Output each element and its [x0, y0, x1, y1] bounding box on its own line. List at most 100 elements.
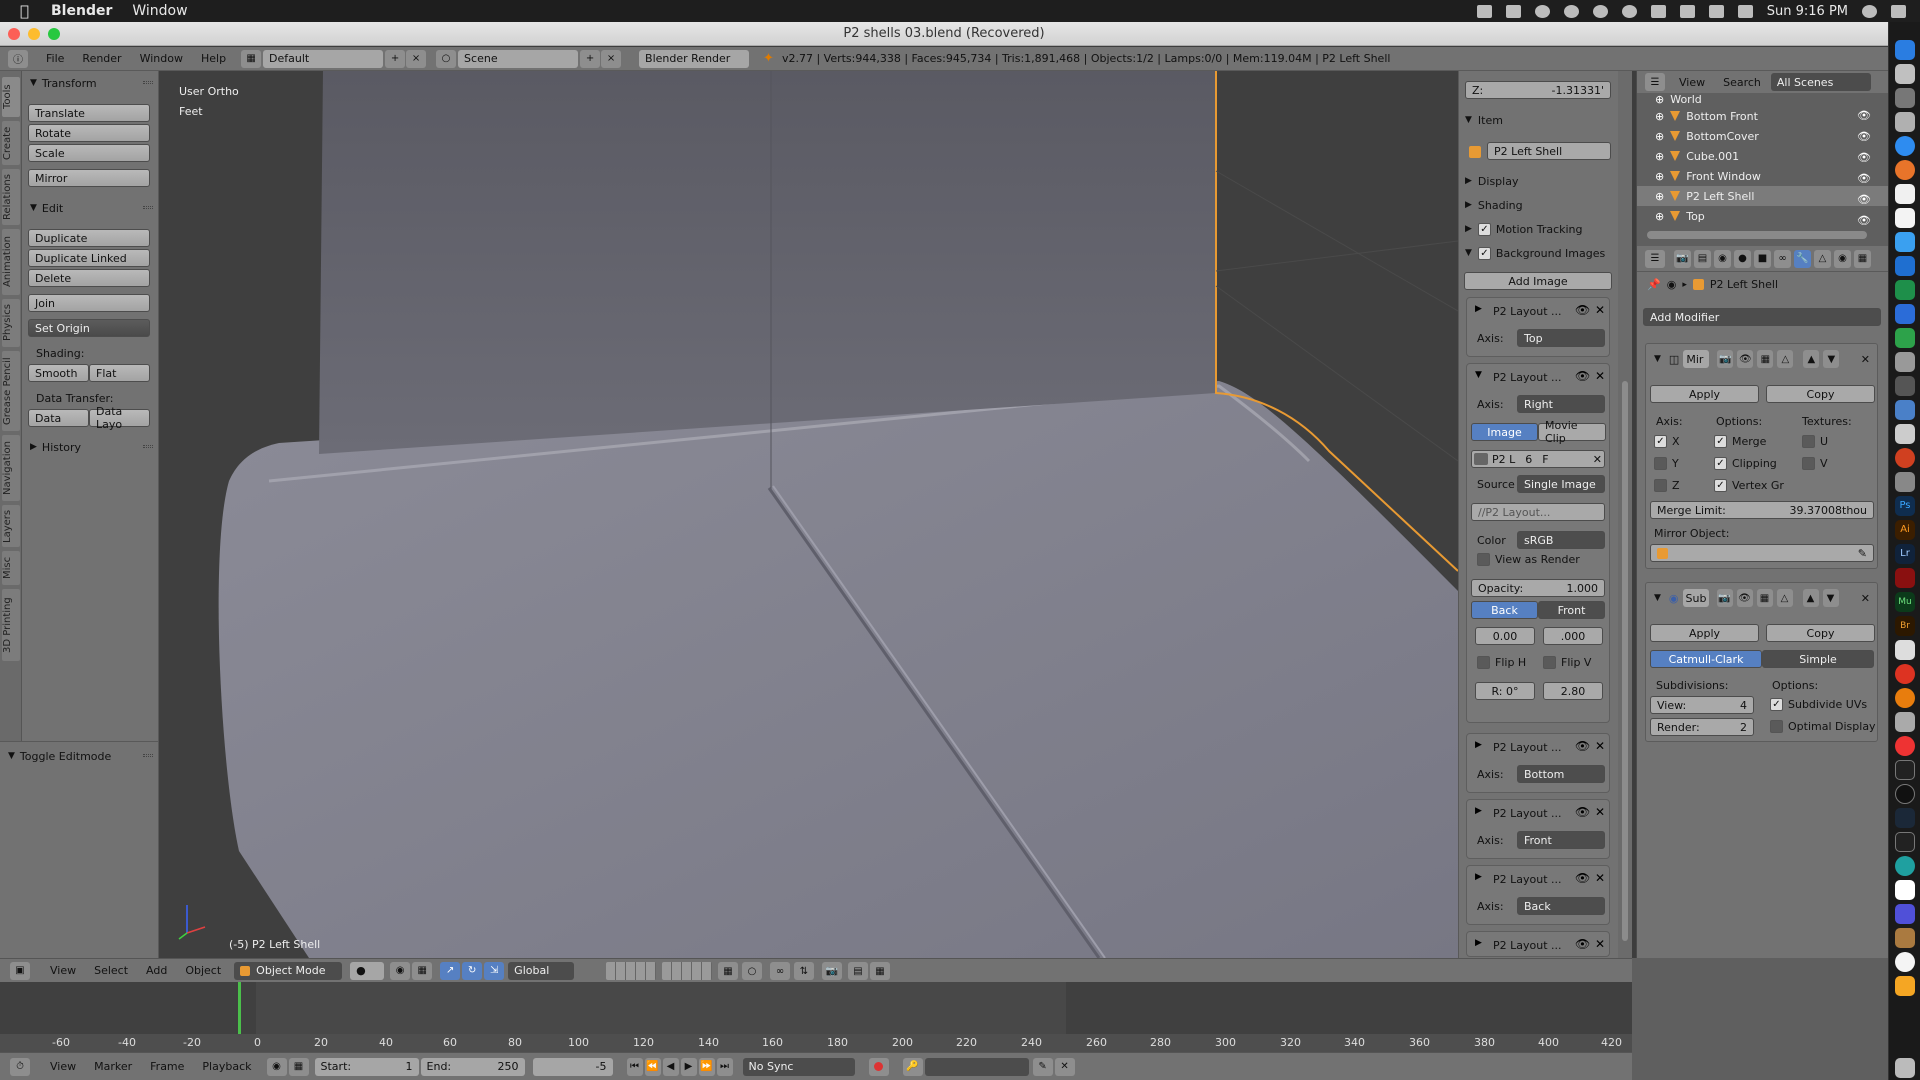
jump-end-icon[interactable]: ⏭ — [716, 1057, 733, 1076]
blender-icon[interactable] — [1895, 688, 1915, 708]
trash-icon[interactable] — [1895, 1058, 1915, 1078]
add-modifier-select[interactable]: Add Modifier — [1643, 308, 1881, 326]
tab-misc[interactable]: Misc — [2, 551, 20, 585]
keynote-icon[interactable] — [1895, 304, 1915, 324]
messages-icon[interactable] — [1895, 232, 1915, 252]
outliner-row[interactable]: ⊕ World — [1637, 93, 1889, 105]
outliner-scrollbar[interactable] — [1647, 231, 1867, 239]
itunes-icon[interactable] — [1895, 952, 1915, 972]
layers-block-2[interactable] — [662, 962, 712, 980]
expand-icon[interactable]: ⊕ — [1655, 130, 1664, 143]
set-origin-select[interactable]: Set Origin — [28, 319, 150, 337]
texture-tab-icon[interactable]: ▦ — [1854, 249, 1871, 268]
outliner-item-name[interactable]: P2 Left Shell — [1686, 190, 1754, 203]
expanded-triangle-icon[interactable]: ▼ — [1654, 354, 1661, 364]
apple-icon[interactable]:  — [20, 2, 29, 20]
launchpad-icon[interactable] — [1895, 64, 1915, 84]
play-reverse-icon[interactable]: ◀ — [662, 1057, 679, 1076]
outliner-view-menu[interactable]: View — [1679, 76, 1705, 89]
mirror-z-row[interactable]: Z — [1654, 479, 1680, 492]
remove-modifier-icon[interactable]: ✕ — [1861, 353, 1870, 366]
minimize-window-icon[interactable] — [28, 28, 40, 40]
outliner-row[interactable]: ⊕ Top — [1637, 206, 1889, 226]
orientation-select[interactable]: Global — [508, 961, 575, 980]
axis-select[interactable]: Right — [1517, 395, 1605, 413]
view3d-editor-icon[interactable]: ▣ — [10, 961, 30, 980]
keying-set-field[interactable] — [924, 1057, 1029, 1076]
outliner-search-menu[interactable]: Search — [1723, 76, 1761, 89]
layers-block-1[interactable] — [606, 962, 656, 980]
mirror-x-checkbox[interactable]: ✓ — [1654, 435, 1667, 448]
app-icon[interactable] — [1895, 928, 1915, 948]
eye-icon[interactable]: 👁 — [1575, 871, 1590, 885]
mirror-copy-button[interactable]: Copy — [1766, 385, 1875, 403]
chrome-icon[interactable] — [1895, 448, 1915, 468]
select-menu[interactable]: Select — [94, 964, 128, 977]
mirror-y-row[interactable]: Y — [1654, 457, 1679, 470]
object-name-field[interactable]: P2 Left Shell — [1487, 142, 1611, 160]
moon-icon[interactable] — [1592, 4, 1608, 18]
dropbox-icon[interactable] — [1505, 4, 1521, 18]
eye-icon[interactable]: 👁 — [1857, 130, 1871, 143]
view-as-render-checkbox[interactable] — [1477, 553, 1490, 566]
expand-icon[interactable]: ⊕ — [1655, 150, 1664, 163]
item-panel-header[interactable]: ▼ Item — [1463, 110, 1613, 130]
render-engine-select[interactable]: Blender Render — [639, 49, 750, 68]
render-tab-icon[interactable]: 📷 — [1674, 249, 1691, 268]
epic-games-icon[interactable] — [1895, 760, 1915, 780]
duplicate-linked-button[interactable]: Duplicate Linked — [28, 249, 150, 267]
app-icon[interactable] — [1895, 976, 1915, 996]
editmode-toggle-icon[interactable]: ▦ — [1756, 589, 1773, 607]
help-menu[interactable]: Help — [201, 52, 226, 65]
background-images-checkbox[interactable]: ✓ — [1477, 246, 1491, 260]
scene-context-icon[interactable]: ◉ — [1667, 278, 1677, 291]
delete-keyframe-icon[interactable]: ✕ — [1054, 1057, 1075, 1076]
image-browse-icon[interactable] — [1474, 453, 1488, 465]
flip-v-checkbox[interactable] — [1543, 656, 1556, 669]
source-select[interactable]: Single Image — [1517, 475, 1605, 493]
remove-icon[interactable]: ✕ — [1595, 937, 1605, 951]
outliner-item-name[interactable]: Bottom Front — [1686, 110, 1758, 123]
expand-icon[interactable]: ⊕ — [1655, 93, 1664, 105]
view-levels-field[interactable]: View: 4 — [1650, 696, 1754, 714]
opengl-anim-icon[interactable]: ▤ — [848, 962, 868, 980]
history-panel-header[interactable]: ▶ History — [22, 437, 159, 457]
back-toggle[interactable]: Back — [1471, 601, 1538, 619]
front-toggle[interactable]: Front — [1538, 601, 1605, 619]
manipulator-icon[interactable]: ▦ — [412, 961, 433, 980]
zoom-window-icon[interactable] — [48, 28, 60, 40]
remove-icon[interactable]: ✕ — [1595, 871, 1605, 885]
expanded-triangle-icon[interactable]: ▼ — [1654, 593, 1661, 603]
playback-menu[interactable]: Playback — [202, 1060, 251, 1073]
grip-icon[interactable] — [143, 206, 153, 209]
snap-element-icon[interactable]: ⇅ — [794, 962, 814, 980]
terminal-icon[interactable] — [1895, 376, 1915, 396]
merge-checkbox[interactable]: ✓ — [1714, 435, 1727, 448]
tab-relations[interactable]: Relations — [2, 169, 20, 225]
render-toggle-icon[interactable]: 📷 — [1716, 589, 1733, 607]
flat-button[interactable]: Flat — [89, 364, 150, 382]
timeline-area[interactable] — [0, 982, 1632, 1034]
volume-icon[interactable] — [1737, 4, 1753, 18]
catmull-clark-toggle[interactable]: Catmull-Clark — [1650, 650, 1762, 668]
grip-icon[interactable] — [143, 754, 153, 757]
optimal-display-checkbox[interactable] — [1770, 720, 1783, 733]
outliner-item-name[interactable]: World — [1670, 93, 1702, 105]
render-region-icon[interactable]: ▦ — [870, 962, 890, 980]
scene-tab-icon[interactable]: ◉ — [1714, 249, 1731, 268]
next-keyframe-icon[interactable]: ⏩ — [698, 1057, 715, 1076]
subdivide-uvs-checkbox[interactable]: ✓ — [1770, 698, 1783, 711]
tab-physics[interactable]: Physics — [2, 299, 20, 347]
tab-navigation[interactable]: Navigation — [2, 435, 20, 501]
editor-type-icon[interactable]: ⓘ — [8, 49, 28, 68]
axis-select[interactable]: Back — [1517, 897, 1605, 915]
eye-icon[interactable]: 👁 — [1857, 109, 1871, 122]
mirror-v-checkbox[interactable] — [1802, 457, 1815, 470]
expanded-triangle-icon[interactable]: ▼ — [1475, 370, 1482, 380]
expand-icon[interactable]: ⊕ — [1655, 190, 1664, 203]
frame-menu[interactable]: Frame — [150, 1060, 184, 1073]
cage-toggle-icon[interactable]: △ — [1777, 350, 1794, 368]
record-icon[interactable] — [868, 1057, 889, 1076]
scale-button[interactable]: Scale — [28, 144, 150, 162]
tab-create[interactable]: Create — [2, 121, 20, 165]
